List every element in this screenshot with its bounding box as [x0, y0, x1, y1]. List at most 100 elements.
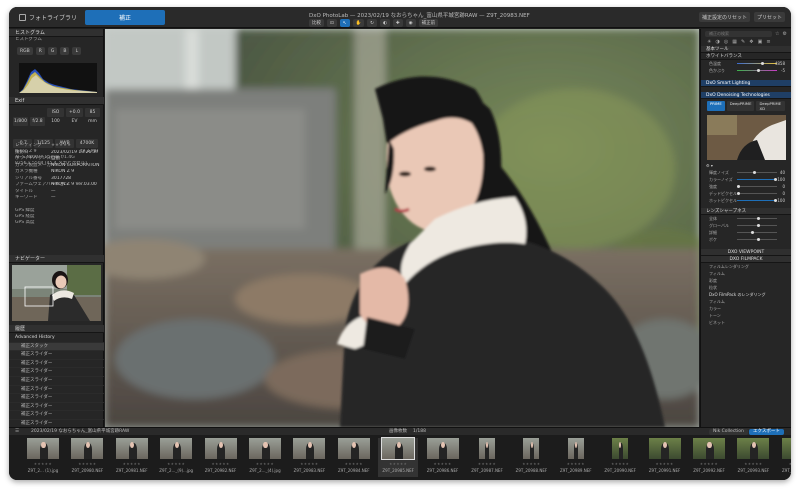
smart-lighting-header[interactable]: DxO Smart Lighting — [701, 80, 791, 87]
history-item[interactable]: 補正スライダー — [9, 403, 104, 412]
effects-icon[interactable]: ❖ — [749, 39, 753, 46]
denoise-slider[interactable]: カラーノイズ 100 — [701, 176, 791, 183]
temp-track[interactable] — [737, 62, 777, 65]
reset-button[interactable]: 補正設定のリセット — [698, 12, 750, 22]
mode-prime[interactable]: PRIME — [707, 101, 725, 111]
history-item[interactable]: 補正スライダー — [9, 411, 104, 420]
lens-row[interactable]: ボケ — [701, 236, 791, 243]
history-item[interactable]: 補正スライダー — [9, 386, 104, 395]
slider-thumb[interactable] — [737, 192, 740, 195]
thumbnail-rating[interactable]: ★★★★★ — [645, 462, 685, 466]
gear-icon[interactable]: ⚙ — [783, 31, 787, 37]
navigator-header[interactable]: ナビゲーター — [9, 255, 104, 263]
filmstrip-thumbnail[interactable]: ★★★★★ Z9T_20982.NEF — [201, 438, 241, 477]
filmstrip-thumbnail[interactable]: ★★★★★ Z9T_20994.NEF — [778, 438, 791, 477]
watermark-icon[interactable]: ▣ — [758, 39, 763, 46]
denoise-slider[interactable]: ホットピクセル 100 — [701, 197, 791, 204]
channel-l[interactable]: L — [72, 47, 82, 55]
slider-track[interactable] — [737, 217, 777, 220]
filmstrip-thumbnail[interactable]: ★★★★★ Z9T_2..._(4).jpg — [245, 438, 285, 477]
filmstrip-thumbnail[interactable]: ★★★★★ Z9T_20980.NEF — [67, 438, 107, 477]
histogram-header[interactable]: ヒストグラム — [9, 29, 103, 37]
slider-value[interactable]: 40 — [780, 169, 785, 176]
channel-g[interactable]: G — [47, 47, 58, 55]
light-icon[interactable]: ☀ — [707, 39, 711, 46]
filmpack-row[interactable]: フィルムレンダリング — [701, 263, 791, 270]
slider-value[interactable]: 4858 — [775, 60, 785, 67]
thumbnail-rating[interactable]: ★★★★★ — [201, 462, 241, 466]
slider-thumb[interactable] — [757, 238, 760, 241]
filmstrip-thumbnail[interactable]: ★★★★★ Z9T_20986.NEF — [423, 438, 463, 477]
slider-track[interactable] — [737, 199, 777, 202]
thumbnail-rating[interactable]: ★★★★★ — [689, 462, 729, 466]
wb-slider-tint[interactable]: 色かぶり -5 — [701, 67, 791, 74]
wb-header[interactable]: ホワイトバランス — [701, 53, 791, 60]
slider-track[interactable] — [737, 192, 777, 195]
before-button[interactable]: 補正前 — [418, 19, 439, 27]
lens-row[interactable]: グローバル — [701, 222, 791, 229]
history-item[interactable]: 補正スライダー — [9, 351, 104, 360]
filmpack-item[interactable]: カラー — [701, 305, 791, 312]
slider-track[interactable] — [737, 231, 777, 234]
thumbnail-rating[interactable]: ★★★★★ — [600, 462, 640, 466]
lens-sharpness-header[interactable]: レンズシャープネス — [701, 208, 791, 215]
preset-button[interactable]: プリセット — [753, 12, 785, 22]
history-item[interactable]: 補正スライダー — [9, 377, 104, 386]
viewpoint-header[interactable]: DXO VIEWPOINT — [701, 249, 791, 256]
local-icon[interactable]: ✎ — [741, 39, 745, 46]
slider-track[interactable] — [737, 178, 777, 181]
filmpack-row[interactable]: フィルム — [701, 270, 791, 277]
slider-thumb[interactable] — [757, 224, 760, 227]
thumbnail-rating[interactable]: ★★★★★ — [778, 462, 791, 466]
slider-track[interactable] — [737, 224, 777, 227]
color-icon[interactable]: ◑ — [715, 39, 719, 46]
thumbnail-rating[interactable]: ★★★★★ — [556, 462, 596, 466]
filmstrip-thumbnail[interactable]: ★★★★★ Z9T_20981.NEF — [112, 438, 152, 477]
mode-deepprime[interactable]: DeepPRIME — [726, 101, 755, 111]
tint-track[interactable] — [737, 69, 777, 72]
channel-rgb[interactable]: RGB — [17, 47, 33, 55]
slider-thumb[interactable] — [751, 231, 754, 234]
channel-b[interactable]: B — [60, 47, 70, 55]
slider-track[interactable] — [737, 238, 777, 241]
filmpack-header[interactable]: DXO FILMPACK — [701, 256, 791, 263]
slider-track[interactable] — [737, 171, 777, 174]
history-group[interactable]: Advanced History — [9, 334, 104, 343]
compare-button[interactable]: 比較 — [309, 19, 324, 27]
mask-icon[interactable]: ◐ — [379, 19, 390, 27]
geometry-icon[interactable]: ▦ — [732, 39, 737, 46]
slider-thumb[interactable] — [737, 185, 740, 188]
history-item[interactable]: 補正スライダー — [9, 394, 104, 403]
filmpack-row[interactable]: 彩度 — [701, 277, 791, 284]
history-item[interactable]: 補正スライダー — [9, 360, 104, 369]
slider-value[interactable]: 100 — [777, 197, 785, 204]
thumbnail-rating[interactable]: ★★★★★ — [467, 462, 507, 466]
rating-stars[interactable]: ★★★★★ — [51, 143, 71, 149]
history-item[interactable]: 補正スタック — [9, 342, 104, 352]
slider-value[interactable]: 0 — [782, 190, 785, 197]
thumbnail-rating[interactable]: ★★★★★ — [511, 462, 551, 466]
filmstrip-thumbnail[interactable]: ★★★★★ Z9T_20985.NEF — [378, 437, 419, 477]
filmstrip-thumbnail[interactable]: ★★★★★ Z9T_20993.NEF — [733, 438, 773, 477]
tab-photo-library[interactable]: フォトライブラリ — [13, 10, 83, 25]
lens-row[interactable]: 全体 — [701, 215, 791, 222]
wb-slider-temp[interactable]: 色温度 4858 — [701, 60, 791, 67]
thumbnail-rating[interactable]: ★★★★★ — [378, 462, 418, 466]
search-input[interactable]: 補正の検索 — [705, 31, 773, 37]
denoise-slider[interactable]: 輝度ノイズ 40 — [701, 169, 791, 176]
detail-icon[interactable]: ◎ — [724, 39, 728, 46]
denoise-slider[interactable]: デッドピクセル 0 — [701, 190, 791, 197]
thumbnail-rating[interactable]: ★★★★★ — [67, 462, 107, 466]
filmstrip-thumbnail[interactable]: ★★★★★ Z9T_2... (1).jpg — [23, 438, 63, 477]
tab-edit[interactable]: 補正 — [85, 10, 166, 25]
meta-value[interactable]: — — [51, 195, 56, 201]
history-item[interactable]: 補正スライダー — [9, 368, 104, 377]
meta-value[interactable]: — — [51, 189, 56, 195]
pointer-icon[interactable]: ↖ — [339, 19, 350, 27]
filmstrip-thumbnail[interactable]: ★★★★★ Z9T_20989.NEF — [556, 438, 596, 477]
thumbnail-rating[interactable]: ★★★★★ — [423, 462, 463, 466]
filmstrip-thumbnail[interactable]: ★★★★★ Z9T_20987.NEF — [467, 438, 507, 477]
filmpack-row[interactable]: 粒状 — [701, 284, 791, 291]
crop-icon[interactable]: ⊡ — [327, 19, 337, 27]
slider-thumb[interactable] — [753, 171, 756, 174]
